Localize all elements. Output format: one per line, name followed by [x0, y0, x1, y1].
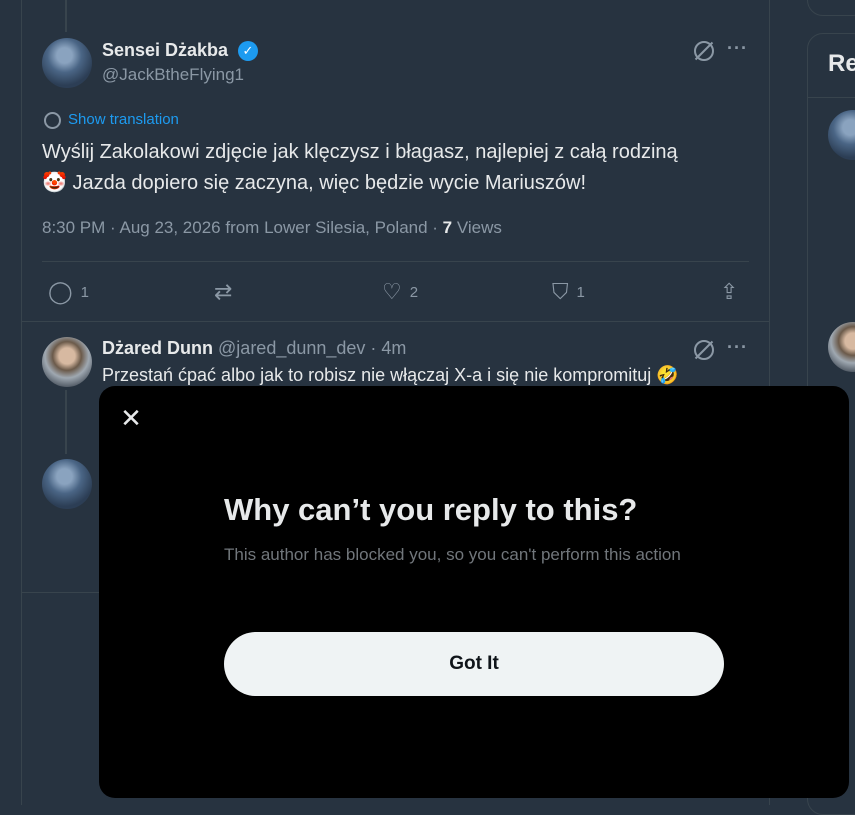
tweet-text-line-2: 🤡 Jazda dopiero się zaczyna, więc będzie…: [42, 168, 742, 199]
thread-line: [65, 390, 67, 454]
avatar[interactable]: [42, 337, 92, 387]
show-translation-link[interactable]: Show translation: [68, 111, 179, 128]
reply-text-body: Przestań ćpać albo jak to robisz nie włą…: [102, 365, 652, 385]
tweet-text-line-1: Wyślij Zakolakowi zdjęcie jak klęczysz i…: [42, 141, 678, 163]
dialog-body: This author has blocked you, so you can'…: [224, 545, 681, 564]
reply-button[interactable]: ◯ 1: [48, 279, 89, 305]
more-icon[interactable]: ···: [727, 38, 748, 59]
avatar[interactable]: [42, 459, 92, 509]
translate-icon: [44, 112, 61, 129]
retweet-button[interactable]: ⇄: [214, 279, 240, 305]
tweet-meta: 8:30 PM · Aug 23, 2026 from Lower Silesi…: [42, 218, 502, 238]
reply-header: Dżared Dunn @jared_dunn_dev · 4m: [102, 338, 406, 359]
tweet-text: Wyślij Zakolakowi zdjęcie jak klęczysz i…: [42, 137, 742, 199]
divider: [42, 261, 749, 262]
reply-author-handle[interactable]: @jared_dunn_dev · 4m: [218, 338, 406, 358]
reply-count: 1: [80, 283, 89, 301]
author-name[interactable]: Sensei Dżakba: [102, 40, 228, 61]
avatar[interactable]: [42, 38, 92, 88]
retweet-icon: ⇄: [214, 279, 233, 304]
dialog-title: Why can’t you reply to this?: [224, 492, 638, 527]
bookmark-button[interactable]: ⛉ 1: [552, 279, 585, 305]
grok-icon[interactable]: [694, 340, 714, 360]
divider: [22, 321, 769, 322]
reply-icon: ◯: [48, 279, 73, 304]
tweet-timestamp[interactable]: 8:30 PM · Aug 23, 2026 from Lower Silesi…: [42, 218, 443, 237]
views-count: 7: [442, 218, 453, 237]
reply-text: Przestań ćpać albo jak to robisz nie włą…: [102, 365, 679, 386]
share-button[interactable]: ⇪: [720, 279, 746, 305]
like-count: 2: [409, 283, 419, 301]
share-icon: ⇪: [720, 279, 739, 304]
clown-emoji: 🤡: [42, 172, 67, 194]
thread-line: [65, 0, 67, 32]
reply-restriction-dialog: ✕ Why can’t you reply to this? This auth…: [99, 386, 849, 798]
sidebar-top-card: [807, 0, 855, 16]
sidebar-divider: [808, 97, 855, 98]
close-icon[interactable]: ✕: [117, 404, 145, 432]
like-button[interactable]: ♡ 2: [382, 279, 418, 305]
got-it-button[interactable]: Got It: [224, 632, 724, 696]
author-handle[interactable]: @JackBtheFlying1: [102, 65, 244, 85]
views-label: Views: [452, 218, 502, 237]
rofl-emoji: 🤣: [656, 365, 679, 385]
bookmark-icon: ⛉: [552, 279, 569, 304]
verified-badge-icon: ✓: [238, 41, 258, 61]
tweet-text-line-2-text: Jazda dopiero się zaczyna, więc będzie w…: [72, 172, 587, 194]
more-icon[interactable]: ···: [727, 337, 748, 358]
reply-author-name[interactable]: Dżared Dunn: [102, 338, 213, 358]
grok-icon[interactable]: [694, 41, 714, 61]
bookmark-count: 1: [576, 283, 585, 301]
sidebar-title: Re: [828, 50, 855, 77]
heart-icon: ♡: [382, 279, 402, 304]
